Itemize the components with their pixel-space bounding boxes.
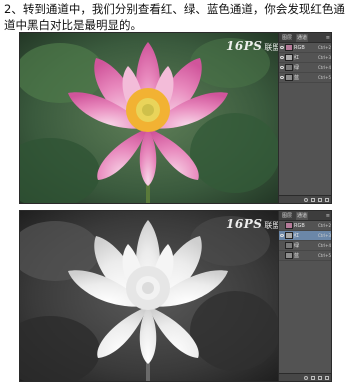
panel-footer [279,195,331,203]
channel-name: RGB [294,222,305,229]
channel-row-blue[interactable]: 蓝 Ctrl+5 [279,73,331,83]
channel-thumbnail [285,44,293,51]
lotus-photo-color [20,33,278,203]
load-selection-icon[interactable] [304,197,308,202]
channel-row-green[interactable]: 绿 Ctrl+4 [279,241,331,251]
tab-layers[interactable]: 图层 [281,34,293,42]
eye-icon[interactable] [280,56,284,59]
channels-panel: 图层 通道 ≡ RGB Ctrl+2 红 Ctrl+3 绿 Ctrl+4 蓝 C… [278,33,331,203]
watermark-logo: 16PS [226,39,263,53]
channel-shortcut: Ctrl+3 [317,54,331,60]
panel-tabs: 图层 通道 ≡ [279,33,331,43]
panel-menu-icon[interactable]: ≡ [326,35,330,41]
channel-thumbnail [285,54,293,61]
red-channel-screenshot: 16PS联盟原创 图层 通道 ≡ RGB Ctrl+2 红 Ctrl+3 绿 C… [19,210,332,382]
eye-icon[interactable] [280,254,284,257]
eye-icon[interactable] [280,66,284,69]
new-channel-icon[interactable] [318,197,322,202]
trash-icon[interactable] [325,375,329,380]
channel-name: 绿 [294,242,300,249]
load-selection-icon[interactable] [304,375,308,380]
tab-layers[interactable]: 图层 [281,212,293,220]
channels-panel: 图层 通道 ≡ RGB Ctrl+2 红 Ctrl+3 绿 Ctrl+4 蓝 C… [278,211,331,381]
channel-row-rgb[interactable]: RGB Ctrl+2 [279,43,331,53]
save-selection-icon[interactable] [311,197,315,202]
channel-row-red[interactable]: 红 Ctrl+3 [279,53,331,63]
channel-row-blue[interactable]: 蓝 Ctrl+5 [279,251,331,261]
channel-row-rgb[interactable]: RGB Ctrl+2 [279,221,331,231]
panel-tabs: 图层 通道 ≡ [279,211,331,221]
channel-row-green[interactable]: 绿 Ctrl+4 [279,63,331,73]
instruction-text: 2、转到通道中，我们分别查看红、绿、蓝色通道，你会发现红色通道中黑白对比是最明显… [4,2,345,32]
trash-icon[interactable] [325,197,329,202]
channel-name: 绿 [294,64,300,71]
channel-shortcut: Ctrl+5 [317,74,331,80]
channel-thumbnail [285,242,293,249]
eye-icon[interactable] [280,76,284,79]
channel-thumbnail [285,252,293,259]
channel-thumbnail [285,222,293,229]
channel-shortcut: Ctrl+2 [317,44,331,50]
new-channel-icon[interactable] [318,375,322,380]
channel-name: 红 [294,232,300,239]
channel-thumbnail [285,64,293,71]
color-channel-screenshot: 16PS联盟原创 图层 通道 ≡ RGB Ctrl+2 红 Ctrl+3 绿 C… [19,32,332,204]
channel-shortcut: Ctrl+2 [317,222,331,228]
channel-shortcut: Ctrl+5 [317,252,331,258]
eye-icon[interactable] [280,244,284,247]
channel-shortcut: Ctrl+4 [317,64,331,70]
channel-row-red[interactable]: 红 Ctrl+3 [279,231,331,241]
save-selection-icon[interactable] [311,375,315,380]
watermark-logo: 16PS [226,217,263,231]
lotus-photo-grayscale [20,211,278,381]
channel-shortcut: Ctrl+3 [317,232,331,238]
channel-shortcut: Ctrl+4 [317,242,331,248]
eye-icon[interactable] [280,234,284,237]
channel-name: 蓝 [294,74,300,81]
eye-icon[interactable] [280,46,284,49]
tab-channels[interactable]: 通道 [296,33,309,42]
channel-name: 蓝 [294,252,300,259]
channel-thumbnail [285,232,293,239]
channel-thumbnail [285,74,293,81]
panel-menu-icon[interactable]: ≡ [326,213,330,219]
channel-name: 红 [294,54,300,61]
eye-icon[interactable] [280,224,284,227]
panel-footer [279,373,331,381]
tab-channels[interactable]: 通道 [296,211,309,220]
channel-name: RGB [294,44,305,51]
